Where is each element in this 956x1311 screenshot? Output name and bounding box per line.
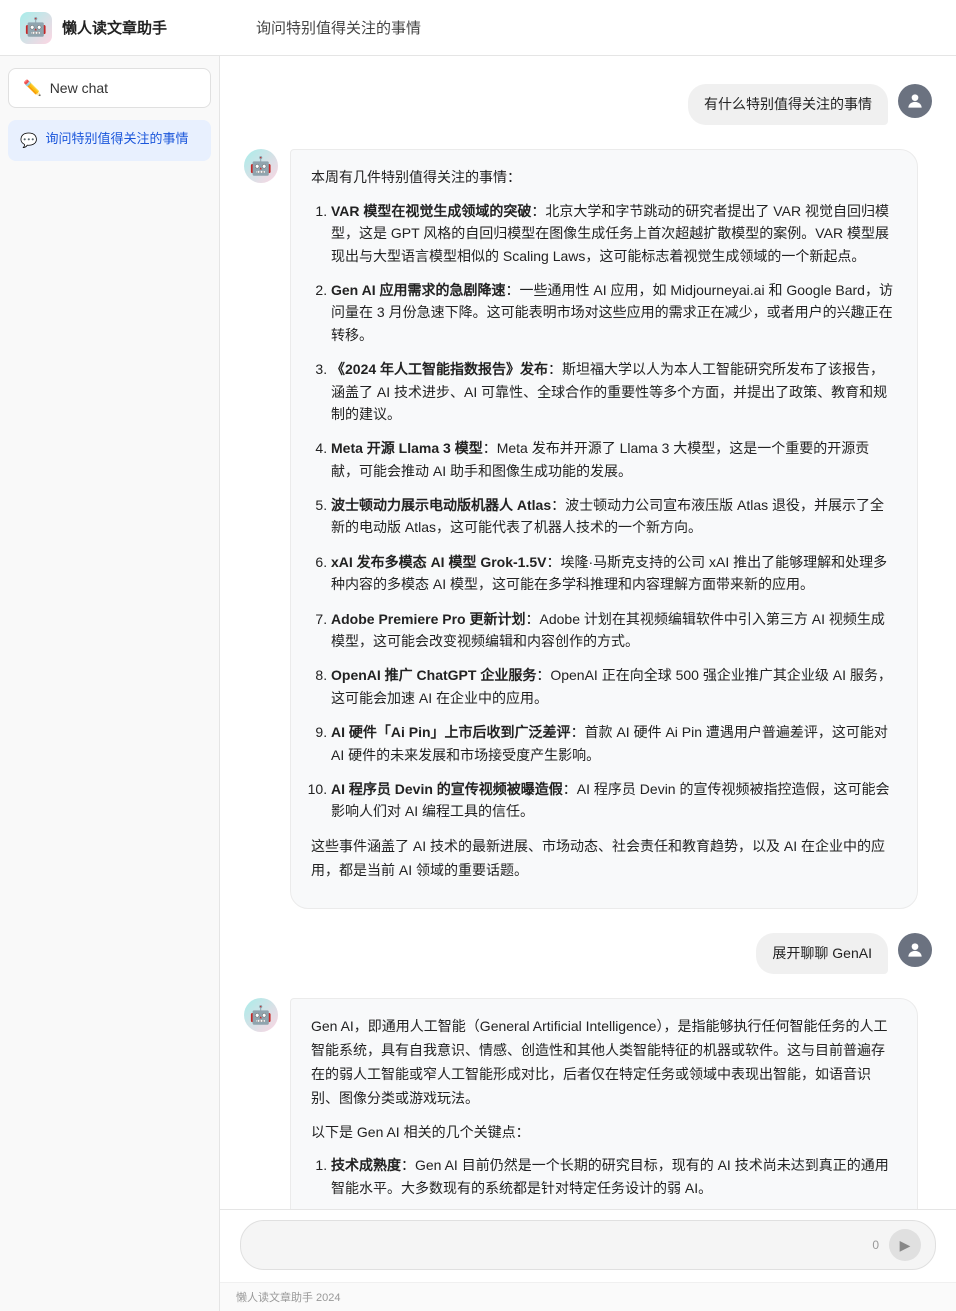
sidebar-item-label: 询问特别值得关注的事情 xyxy=(45,130,188,148)
ai-message-row-1: 🤖 本周有几件特别值得关注的事情： VAR 模型在视觉生成领域的突破：北京大学和… xyxy=(220,141,956,917)
new-chat-button[interactable]: ✏️ New chat xyxy=(8,68,211,108)
input-row: 0 ▶ xyxy=(240,1220,936,1270)
user-avatar-2 xyxy=(898,933,932,967)
ai-intro-2: Gen AI，即通用人工智能（General Artificial Intell… xyxy=(311,1015,897,1110)
ai-bubble-2: Gen AI，即通用人工智能（General Artificial Intell… xyxy=(290,998,918,1209)
main-layout: ✏️ New chat 💬 询问特别值得关注的事情 有什么特别值得关注的事情 🤖… xyxy=(0,56,956,1311)
ai-list-1: VAR 模型在视觉生成领域的突破：北京大学和字节跳动的研究者提出了 VAR 视觉… xyxy=(311,200,897,823)
user-avatar xyxy=(898,84,932,118)
app-logo: 🤖 懒人读文章助手 xyxy=(20,12,240,44)
user-bubble: 有什么特别值得关注的事情 xyxy=(688,84,888,125)
list-item: Meta 开源 Llama 3 模型：Meta 发布并开源了 Llama 3 大… xyxy=(331,437,897,482)
input-area: 0 ▶ xyxy=(220,1209,956,1282)
header-title: 询问特别值得关注的事情 xyxy=(256,17,421,38)
send-button[interactable]: ▶ xyxy=(889,1229,921,1261)
send-icon: ▶ xyxy=(900,1237,911,1254)
list-item: xAI 发布多模态 AI 模型 Grok-1.5V：埃隆·马斯克支持的公司 xA… xyxy=(331,551,897,596)
list-item: AI 程序员 Devin 的宣传视频被曝造假：AI 程序员 Devin 的宣传视… xyxy=(331,778,897,823)
list-item: VAR 模型在视觉生成领域的突破：北京大学和字节跳动的研究者提出了 VAR 视觉… xyxy=(331,200,897,267)
chat-input[interactable] xyxy=(259,1237,862,1253)
new-chat-icon: ✏️ xyxy=(23,79,42,97)
sidebar-item-current-chat[interactable]: 💬 询问特别值得关注的事情 xyxy=(8,120,211,161)
ai-bubble-1: 本周有几件特别值得关注的事情： VAR 模型在视觉生成领域的突破：北京大学和字节… xyxy=(290,149,918,909)
chat-area: 有什么特别值得关注的事情 🤖 本周有几件特别值得关注的事情： VAR 模型在视觉… xyxy=(220,56,956,1311)
ai-message-row-2: 🤖 Gen AI，即通用人工智能（General Artificial Inte… xyxy=(220,990,956,1209)
sidebar: ✏️ New chat 💬 询问特别值得关注的事情 xyxy=(0,56,220,1311)
footer: 懒人读文章助手 2024 xyxy=(220,1282,956,1311)
user-bubble-2: 展开聊聊 GenAI xyxy=(756,933,888,974)
user-message-row: 有什么特别值得关注的事情 xyxy=(220,76,956,133)
ai-followup-2: 以下是 Gen AI 相关的几个关键点： xyxy=(311,1121,897,1145)
new-chat-label: New chat xyxy=(50,80,108,96)
list-item: 技术成熟度：Gen AI 目前仍然是一个长期的研究目标，现有的 AI 技术尚未达… xyxy=(331,1154,897,1199)
list-item: 波士顿动力展示电动版机器人 Atlas：波士顿动力公司宣布液压版 Atlas 退… xyxy=(331,494,897,539)
ai-avatar-2: 🤖 xyxy=(244,998,278,1032)
list-item: Adobe Premiere Pro 更新计划：Adobe 计划在其视频编辑软件… xyxy=(331,608,897,653)
list-item: Gen AI 应用需求的急剧降速：一些通用性 AI 应用，如 Midjourne… xyxy=(331,279,897,346)
footer-text: 懒人读文章助手 2024 xyxy=(236,1292,341,1304)
ai-summary-1: 这些事件涵盖了 AI 技术的最新进展、市场动态、社会责任和教育趋势，以及 AI … xyxy=(311,835,897,883)
app-name: 懒人读文章助手 xyxy=(62,17,167,38)
logo-icon: 🤖 xyxy=(20,12,52,44)
list-item: 《2024 年人工智能指数报告》发布：斯坦福大学以人为本人工智能研究所发布了该报… xyxy=(331,358,897,425)
header: 🤖 懒人读文章助手 询问特别值得关注的事情 xyxy=(0,0,956,56)
list-item: OpenAI 推广 ChatGPT 企业服务：OpenAI 正在向全球 500 … xyxy=(331,664,897,709)
ai-avatar-1: 🤖 xyxy=(244,149,278,183)
ai-intro-1: 本周有几件特别值得关注的事情： xyxy=(311,166,897,190)
ai-list-2: 技术成熟度：Gen AI 目前仍然是一个长期的研究目标，现有的 AI 技术尚未达… xyxy=(311,1154,897,1209)
char-count: 0 xyxy=(872,1238,879,1252)
user-message-row-2: 展开聊聊 GenAI xyxy=(220,925,956,982)
chat-icon: 💬 xyxy=(20,131,37,151)
list-item: AI 硬件「Ai Pin」上市后收到广泛差评：首款 AI 硬件 Ai Pin 遭… xyxy=(331,721,897,766)
chat-messages: 有什么特别值得关注的事情 🤖 本周有几件特别值得关注的事情： VAR 模型在视觉… xyxy=(220,56,956,1209)
